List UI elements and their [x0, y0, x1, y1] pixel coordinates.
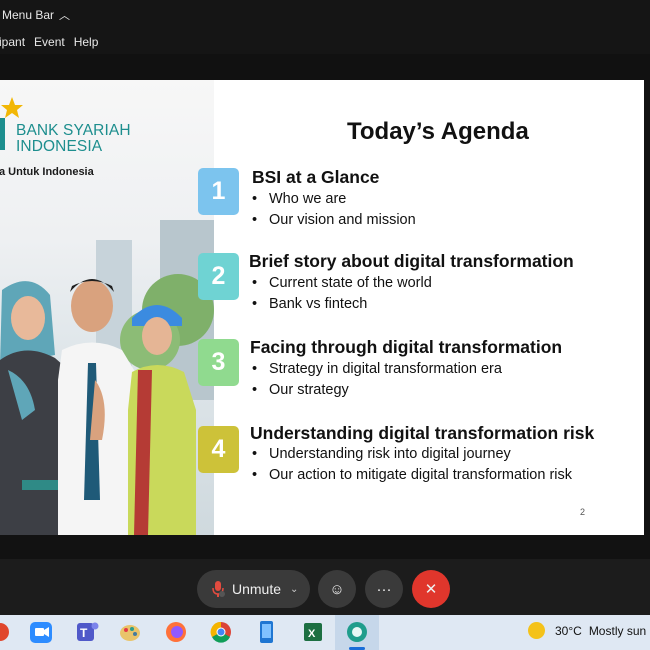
- agenda-bullet: • Our action to mitigate digital transfor…: [252, 467, 573, 483]
- chevron-up-icon: ︿: [59, 10, 71, 22]
- weather-temp: 30°C: [555, 623, 582, 638]
- close-icon: ✕: [424, 581, 438, 598]
- microphone-muted-icon: [211, 580, 226, 598]
- agenda-content: Today’s Agenda 1 BSI at a Glance • Who we…: [198, 80, 644, 535]
- more-button[interactable]: ···: [365, 570, 403, 608]
- agenda-bullet: • Strategy in digital transformation era: [252, 361, 502, 377]
- app-red-icon[interactable]: [0, 623, 9, 641]
- menu-event[interactable]: Event: [34, 35, 65, 49]
- agenda-heading-2: Brief story about digital transformation: [249, 251, 574, 271]
- more-icon: ···: [376, 580, 392, 598]
- leave-button[interactable]: ✕: [412, 570, 450, 608]
- shared-slide: BANK SYARIAH INDONESIA a Untuk Indonesia…: [0, 80, 644, 535]
- agenda-title: Today’s Agenda: [347, 118, 529, 145]
- weather-widget[interactable]: 30°C Mostly sun: [528, 622, 646, 639]
- taskbar-icons: T X: [0, 621, 367, 643]
- agenda-heading-1: BSI at a Glance: [252, 167, 380, 187]
- sun-icon: [528, 622, 545, 639]
- svg-text:X: X: [308, 628, 316, 640]
- agenda-heading-4: Understanding digital transformation ris…: [250, 423, 595, 443]
- menu-bar-label: Menu Bar: [2, 8, 55, 22]
- menu-bar: ipant Event Help: [0, 30, 650, 54]
- share-toolbar-strip: [0, 54, 650, 80]
- logo-line2: INDONESIA: [16, 138, 103, 155]
- excel-icon[interactable]: X: [304, 623, 322, 641]
- menu-bar-toggle[interactable]: Menu Bar ︿: [0, 0, 650, 30]
- unmute-label: Unmute: [232, 581, 282, 597]
- reactions-button[interactable]: ☺: [318, 570, 356, 608]
- agenda-bullet: • Understanding risk into digital journey: [252, 446, 511, 462]
- unmute-button[interactable]: Unmute ⌄: [197, 570, 310, 608]
- agenda-bullet: • Who we are: [252, 191, 347, 207]
- bank-logo: BANK SYARIAH INDONESIA: [16, 123, 131, 155]
- zoom-icon[interactable]: [30, 622, 52, 643]
- agenda-number-4: 4: [198, 426, 239, 473]
- agenda-heading-3: Facing through digital transformation: [250, 337, 563, 357]
- share-bottom-strip: [0, 535, 650, 559]
- agenda-bullet: • Our vision and mission: [252, 212, 416, 228]
- slide-photo-panel: BANK SYARIAH INDONESIA a Untuk Indonesia: [0, 80, 214, 535]
- teams-icon[interactable]: T: [77, 622, 99, 642]
- paint-icon[interactable]: [120, 625, 140, 641]
- logo-line1: BANK SYARIAH: [16, 122, 131, 139]
- svg-text:T: T: [80, 626, 88, 640]
- meeting-controls: Unmute ⌄ ☺ ··· ✕: [0, 559, 650, 615]
- agenda-bullet: • Current state of the world: [252, 275, 432, 291]
- phone-icon[interactable]: [260, 621, 273, 643]
- smiley-icon: ☺: [329, 580, 345, 598]
- screen: Menu Bar ︿ ipant Event Help BANK SYARIAH…: [0, 0, 650, 650]
- agenda-number-2: 2: [198, 253, 239, 300]
- slide-page-number: 2: [580, 507, 586, 517]
- agenda-number-3: 3: [198, 339, 239, 386]
- chevron-down-icon[interactable]: ⌄: [290, 584, 298, 595]
- zoom-meeting-icon[interactable]: [347, 622, 367, 642]
- firefox-icon[interactable]: [166, 622, 186, 642]
- chrome-icon[interactable]: [210, 621, 231, 643]
- weather-condition: Mostly sun: [588, 623, 647, 638]
- menu-participant[interactable]: ipant: [0, 35, 25, 49]
- tagline: a Untuk Indonesia: [0, 166, 94, 178]
- agenda-number-1: 1: [198, 168, 239, 215]
- menu-help[interactable]: Help: [74, 35, 99, 49]
- agenda-bullet: • Our strategy: [252, 382, 349, 398]
- agenda-bullet: • Bank vs fintech: [252, 296, 368, 312]
